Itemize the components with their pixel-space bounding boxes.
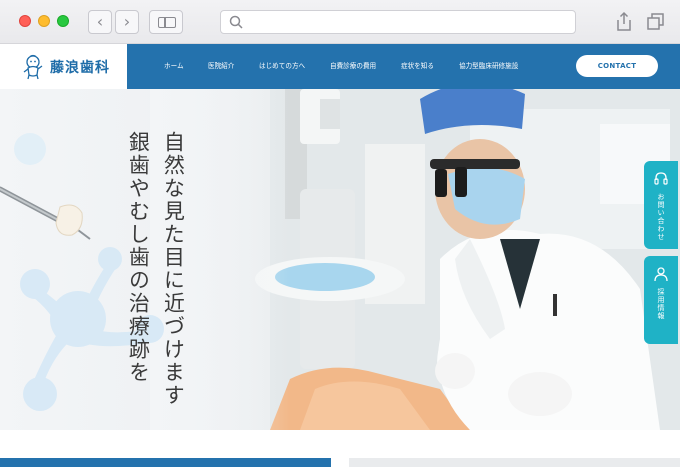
logo-text: 藤浪歯科: [50, 59, 110, 76]
side-tab-inquiry[interactable]: お問い合わせ: [644, 161, 678, 249]
sidebar-toggle-button[interactable]: [149, 10, 183, 34]
nav-item-home[interactable]: ホーム: [164, 44, 184, 89]
side-tab-inquiry-label: お問い合わせ: [657, 193, 665, 241]
hero-banner: 自然な見た目に近づけます 銀歯やむし歯の治療跡を お問い合わせ 採用情報: [0, 89, 680, 430]
contact-button[interactable]: CONTACT: [576, 55, 658, 77]
section-card-left[interactable]: [0, 458, 331, 467]
hero-heading-line1: 自然な見た目に近づけます: [161, 131, 186, 407]
search-icon: [229, 15, 243, 29]
hero-photo-illustration: [0, 89, 680, 430]
nav-item-private-fees[interactable]: 自費診療の費用: [330, 44, 376, 89]
logo-mascot-icon: [23, 54, 43, 79]
headset-icon: [654, 172, 668, 185]
address-bar[interactable]: [220, 10, 576, 34]
hero-heading-line2: 銀歯やむし歯の治療跡を: [126, 131, 151, 384]
minimize-window-button[interactable]: [38, 15, 50, 27]
sidebar-icon: [158, 17, 176, 28]
side-tab-recruit[interactable]: 採用情報: [644, 256, 678, 344]
tabs-icon[interactable]: [644, 10, 668, 34]
nav-item-clinic[interactable]: 医院紹介: [208, 44, 234, 89]
zoom-window-button[interactable]: [57, 15, 69, 27]
nav-item-first-visit[interactable]: はじめての方へ: [259, 44, 305, 89]
person-icon: [654, 267, 668, 282]
back-button[interactable]: ‹: [88, 10, 112, 34]
site-header: 藤浪歯科 ホーム 医院紹介 はじめての方へ 自費診療の費用 症状を知る 協力型臨…: [0, 44, 680, 89]
content-start: [0, 430, 680, 467]
site-logo[interactable]: 藤浪歯科: [0, 44, 127, 89]
chevron-left-icon: ‹: [96, 12, 104, 31]
nav-item-training-facility[interactable]: 協力型臨床研修施設: [459, 44, 518, 89]
forward-button[interactable]: ›: [115, 10, 139, 34]
close-window-button[interactable]: [19, 15, 31, 27]
share-icon[interactable]: [612, 10, 636, 34]
nav-item-symptoms[interactable]: 症状を知る: [401, 44, 434, 89]
side-tab-recruit-label: 採用情報: [657, 288, 665, 320]
main-navigation: ホーム 医院紹介 はじめての方へ 自費診療の費用 症状を知る 協力型臨床研修施設…: [127, 44, 680, 89]
section-card-right[interactable]: [349, 458, 680, 467]
chevron-right-icon: ›: [123, 12, 131, 31]
browser-toolbar: ‹ ›: [0, 0, 680, 44]
